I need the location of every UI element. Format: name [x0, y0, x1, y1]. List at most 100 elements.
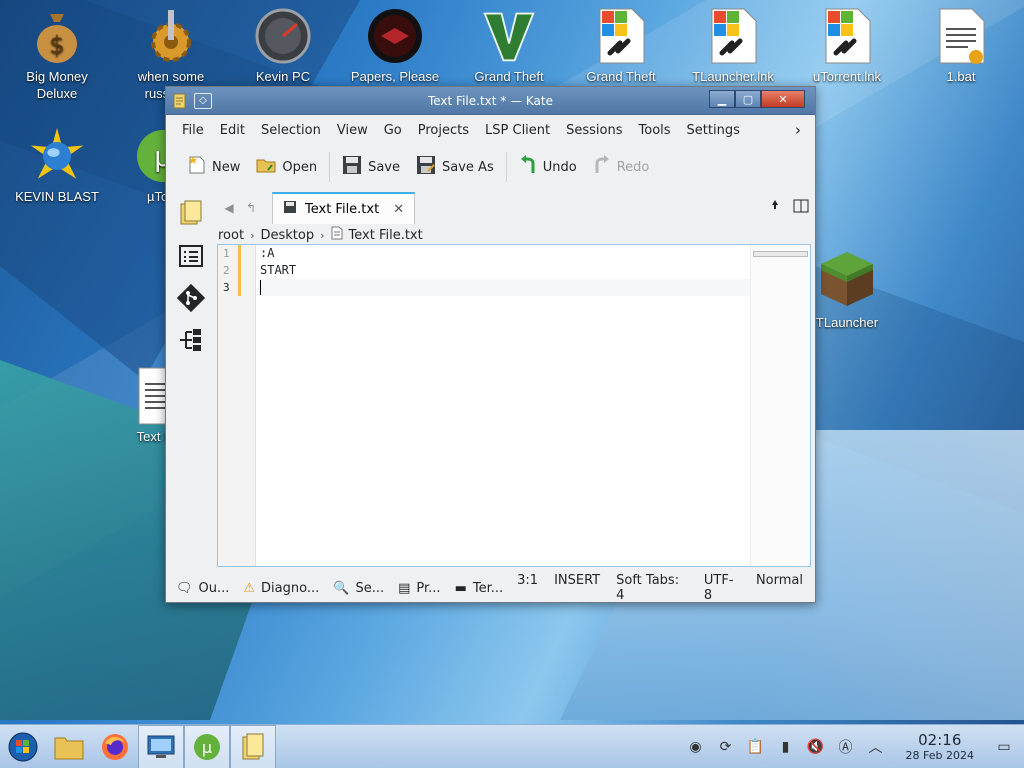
volume-muted-icon[interactable]: 🔇 [806, 737, 826, 757]
taskbar-firefox[interactable] [92, 725, 138, 768]
money-bag-icon: $ [29, 8, 85, 64]
clock[interactable]: 02:16 28 Feb 2024 [906, 731, 974, 762]
output-panel-button[interactable]: 🗨 Ou... [176, 581, 229, 596]
grass-block-icon [815, 246, 879, 310]
input-mode[interactable]: INSERT [554, 573, 600, 603]
eagle-seal-icon [367, 8, 423, 64]
svg-text:µ: µ [202, 738, 212, 757]
desktop-icon-label: 1.bat [946, 69, 976, 84]
breadcrumb-item[interactable]: root [218, 228, 244, 243]
forward-arrow-icon[interactable]: ↰ [240, 201, 262, 215]
split-view-icon[interactable] [793, 199, 809, 217]
desktop-icon-utorrent-lnk[interactable]: uTorrent.lnk [792, 8, 902, 85]
redo-button[interactable]: Redo [585, 151, 658, 183]
tab-text-file[interactable]: Text File.txt ✕ [272, 192, 416, 224]
desktop-icon-papers-please[interactable]: Papers, Please [340, 8, 450, 85]
taskbar-file-manager[interactable] [46, 725, 92, 768]
tray-clipboard-icon[interactable]: 📋 [746, 737, 766, 757]
diagnostics-panel-button[interactable]: ⚠ Diagno... [243, 581, 319, 596]
documents-panel-icon[interactable] [176, 199, 206, 229]
taskbar-kate[interactable] [230, 724, 276, 768]
desktop-icon-big-money[interactable]: $ Big Money Deluxe [2, 8, 112, 102]
terminal-panel-button[interactable]: ▬ Ter... [455, 581, 504, 596]
menu-selection[interactable]: Selection [253, 123, 329, 138]
chat-bubble-icon: 🗨 [176, 580, 193, 596]
encoding-setting[interactable]: UTF-8 [704, 573, 740, 603]
editor-text[interactable]: :A START [258, 245, 750, 296]
floppy-disk-icon [342, 155, 362, 179]
tray-sync-icon[interactable]: ⟳ [716, 737, 736, 757]
editor-area[interactable]: 1 2 3 :A START [217, 244, 811, 567]
desktop-icon-label: Big Money Deluxe [26, 69, 88, 101]
text-caret [260, 280, 261, 295]
menu-go[interactable]: Go [376, 123, 410, 138]
cursor-position[interactable]: 3:1 [517, 573, 538, 603]
tab-row: ◀ ↰ Text File.txt ✕ [218, 191, 809, 225]
menu-file[interactable]: File [174, 123, 212, 138]
line-number: 3 [218, 279, 255, 296]
window-titlebar[interactable]: ◇ Text File.txt * — Kate ▁ ▢ ✕ [166, 87, 815, 115]
projects-panel-button[interactable]: ▤ Pr... [398, 581, 440, 596]
svg-text:$: $ [49, 31, 64, 59]
git-icon[interactable] [176, 283, 206, 313]
clock-date: 28 Feb 2024 [905, 749, 974, 762]
save-button[interactable]: Save [334, 151, 408, 183]
text-line[interactable]: :A [258, 245, 750, 262]
tab-row-actions [769, 199, 809, 217]
open-label: Open [282, 159, 318, 175]
menu-view[interactable]: View [329, 123, 376, 138]
status-bar: 🗨 Ou... ⚠ Diagno... 🔍 Se... ▤ Pr... ▬ Ter... … [166, 573, 815, 603]
menu-projects[interactable]: Projects [410, 123, 477, 138]
breadcrumb-item[interactable]: Text File.txt [349, 228, 423, 243]
menu-sessions[interactable]: Sessions [558, 123, 630, 138]
text-file-icon [331, 226, 343, 244]
minimap-thumb[interactable] [753, 251, 808, 257]
search-panel-button[interactable]: 🔍 Se... [333, 581, 384, 596]
minimize-button[interactable]: ▁ [709, 90, 735, 108]
kate-window[interactable]: ◇ Text File.txt * — Kate ▁ ▢ ✕ File Edit… [165, 86, 816, 603]
gear-icon [143, 8, 199, 64]
start-button[interactable] [0, 725, 46, 768]
new-button[interactable]: New [180, 151, 248, 183]
syntax-mode[interactable]: Normal [756, 573, 803, 603]
maximize-button[interactable]: ▢ [735, 90, 761, 108]
text-line-current[interactable] [258, 279, 750, 296]
menubar: File Edit Selection View Go Projects LSP… [166, 115, 815, 145]
back-arrow-icon[interactable]: ◀ [218, 201, 240, 215]
breadcrumb-item[interactable]: Desktop [260, 228, 314, 243]
redo-arrow-icon [593, 155, 611, 179]
indentation-setting[interactable]: Soft Tabs: 4 [616, 573, 688, 603]
taskbar-system-settings[interactable] [138, 724, 184, 768]
gta-v-logo-icon [481, 8, 537, 64]
symbol-list-icon[interactable] [176, 241, 206, 271]
minimap[interactable] [750, 245, 810, 566]
tray-app-icon[interactable]: ◉ [686, 737, 706, 757]
menu-lsp-client[interactable]: LSP Client [477, 123, 558, 138]
close-button[interactable]: ✕ [761, 90, 805, 108]
tab-label: Text File.txt [305, 201, 380, 217]
tray-expand-chevron-icon[interactable]: ︿ [866, 737, 886, 757]
save-as-button[interactable]: Save As [408, 151, 502, 183]
project-tree-icon[interactable] [176, 325, 206, 355]
keyboard-layout-icon[interactable]: Ⓐ [836, 737, 856, 757]
undo-button[interactable]: Undo [511, 151, 585, 183]
open-button[interactable]: Open [248, 151, 325, 183]
pin-icon[interactable] [769, 199, 781, 217]
text-line[interactable]: START [258, 262, 750, 279]
show-desktop-icon[interactable]: ▭ [994, 737, 1014, 757]
taskbar-utorrent[interactable]: µ [184, 724, 230, 768]
globe-burst-icon [29, 128, 85, 184]
batch-file-icon [933, 8, 989, 64]
desktop-icon-tlauncher-lnk[interactable]: TLauncher.lnk [678, 8, 788, 85]
tab-close-icon[interactable]: ✕ [393, 202, 404, 217]
undo-arrow-icon [519, 155, 537, 179]
menu-tools[interactable]: Tools [631, 123, 679, 138]
desktop-icon-1-bat[interactable]: 1.bat [906, 8, 1016, 85]
tray-battery-icon[interactable]: ▮ [776, 737, 796, 757]
menu-overflow-chevron-icon[interactable]: › [787, 121, 815, 139]
open-folder-icon [256, 156, 276, 178]
desktop-icon-kevin-blast[interactable]: KEVIN BLAST [2, 128, 112, 205]
firefox-icon [102, 733, 128, 760]
menu-settings[interactable]: Settings [679, 123, 748, 138]
menu-edit[interactable]: Edit [212, 123, 253, 138]
